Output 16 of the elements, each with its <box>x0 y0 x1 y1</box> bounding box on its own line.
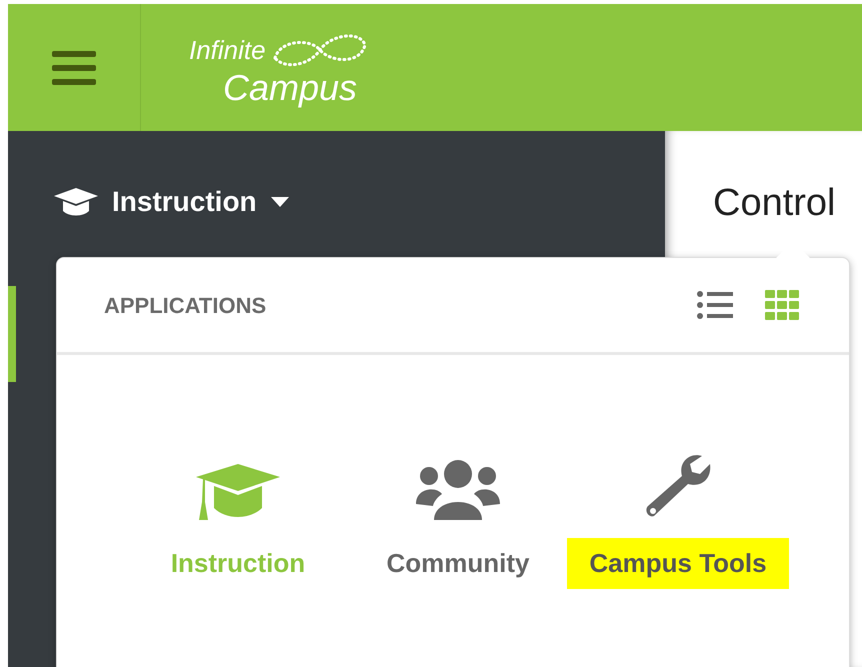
highlighted-label: Campus Tools <box>567 538 789 589</box>
list-view-icon <box>697 291 733 319</box>
app-label: Instruction <box>170 547 306 580</box>
graduation-cap-icon <box>196 464 280 520</box>
graduation-cap-icon <box>54 188 98 216</box>
menu-icon <box>52 50 96 84</box>
app-tile[interactable]: Campus Tools <box>568 450 788 589</box>
app-label: Community <box>386 547 530 580</box>
menu-title: APPLICATIONS <box>104 292 266 320</box>
people-group-icon <box>416 460 500 520</box>
logo-text: Campus <box>222 70 358 106</box>
page-title: Control <box>712 181 836 226</box>
logo-text: Infinite <box>189 36 266 62</box>
app-tile[interactable]: Community <box>348 450 568 589</box>
product-switcher[interactable]: Instruction <box>8 131 289 223</box>
grid-view-icon <box>765 290 799 320</box>
